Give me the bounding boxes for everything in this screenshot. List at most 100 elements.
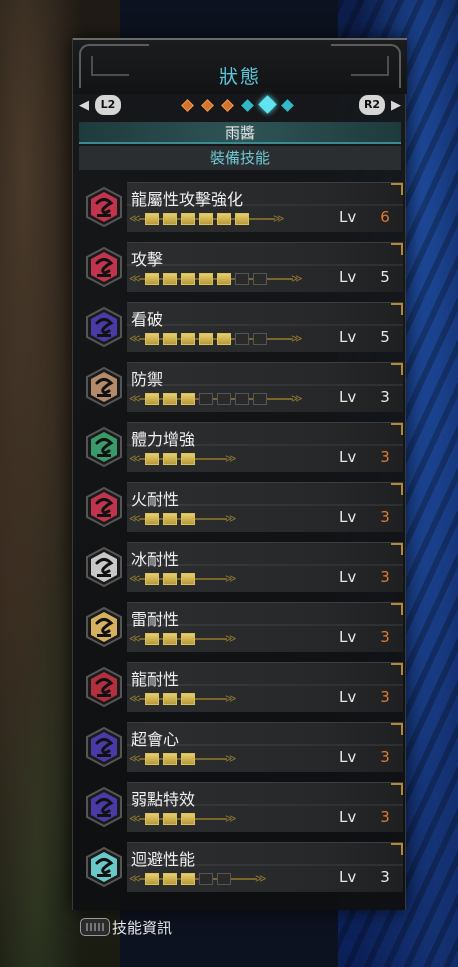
- status-panel: 狀態 ◀ L2 R2 ▶ 雨醬 裝備技能 龍屬性攻擊強化 ≪ ≫ Lv 6 攻擊 ≪ ≫ Lv 5…: [72, 38, 407, 910]
- level-value: 3: [380, 748, 390, 766]
- level-pip-filled: [181, 813, 195, 825]
- skill-row-divider: [127, 264, 403, 266]
- level-pip-filled: [145, 273, 159, 285]
- skill-row[interactable]: 龍屬性攻擊強化 ≪ ≫ Lv 6: [77, 178, 403, 238]
- gauge-right-cap-icon: ≫: [225, 692, 237, 705]
- skill-row[interactable]: 看破 ≪ ≫ Lv 5: [77, 298, 403, 358]
- skill-name: 雷耐性: [131, 610, 180, 629]
- gauge-left-cap-icon: ≪: [129, 632, 141, 645]
- page-dot[interactable]: [241, 99, 254, 112]
- gauge-pips: [145, 813, 199, 825]
- skill-jewel-icon: [83, 486, 125, 528]
- level-label: Lv: [339, 508, 357, 526]
- level-label: Lv: [339, 268, 357, 286]
- level-pip-filled: [181, 453, 195, 465]
- skill-row[interactable]: 防禦 ≪ ≫ Lv 3: [77, 358, 403, 418]
- level-pip-filled: [163, 873, 177, 885]
- level-value: 5: [380, 328, 390, 346]
- gauge-right-cap-icon: ≫: [225, 452, 237, 465]
- page-dot[interactable]: [181, 99, 194, 112]
- gauge-left-cap-icon: ≪: [129, 452, 141, 465]
- skill-row[interactable]: 龍耐性 ≪ ≫ Lv 3: [77, 658, 403, 718]
- skill-name: 龍耐性: [131, 670, 180, 689]
- skill-row-divider: [127, 384, 403, 386]
- gauge-left-cap-icon: ≪: [129, 872, 141, 885]
- arrow-left-icon[interactable]: ◀: [79, 98, 89, 113]
- level-pip-filled: [181, 873, 195, 885]
- r2-button[interactable]: R2: [359, 95, 385, 115]
- skill-name: 攻擊: [131, 250, 164, 269]
- skill-row[interactable]: 迴避性能 ≪ ≫ Lv 3: [77, 838, 403, 898]
- level-value: 6: [380, 208, 390, 226]
- gauge-pips: [145, 873, 235, 885]
- skill-row[interactable]: 體力增強 ≪ ≫ Lv 3: [77, 418, 403, 478]
- page-dot[interactable]: [201, 99, 214, 112]
- skill-row[interactable]: 攻擊 ≪ ≫ Lv 5: [77, 238, 403, 298]
- level-pip-filled: [163, 513, 177, 525]
- level-pip-filled: [163, 273, 177, 285]
- level-label: Lv: [339, 328, 357, 346]
- skill-row[interactable]: 火耐性 ≪ ≫ Lv 3: [77, 478, 403, 538]
- skill-list: 龍屬性攻擊強化 ≪ ≫ Lv 6 攻擊 ≪ ≫ Lv 5 看破 ≪ ≫ Lv 5 防禦 ≪ ≫ Lv 3 體力增強 ≪ ≫ L…: [77, 178, 403, 898]
- gauge-left-cap-icon: ≪: [129, 692, 141, 705]
- tab-navigation: ◀ L2 R2 ▶: [73, 94, 407, 118]
- level-pip-filled: [181, 333, 195, 345]
- l2-button[interactable]: L2: [95, 95, 121, 115]
- gauge-pips: [145, 273, 271, 285]
- gauge-pips: [145, 213, 253, 225]
- level-pip-filled: [163, 573, 177, 585]
- gauge-right-cap-icon: ≫: [273, 212, 285, 225]
- gauge-left-cap-icon: ≪: [129, 272, 141, 285]
- level-value: 5: [380, 268, 390, 286]
- gauge-left-cap-icon: ≪: [129, 212, 141, 225]
- arrow-right-icon[interactable]: ▶: [391, 98, 401, 113]
- skill-level-gauge: ≪ ≫: [129, 751, 237, 767]
- level-pip-filled: [145, 813, 159, 825]
- skill-row[interactable]: 雷耐性 ≪ ≫ Lv 3: [77, 598, 403, 658]
- gauge-left-cap-icon: ≪: [129, 512, 141, 525]
- level-value: 3: [380, 868, 390, 886]
- skill-level-gauge: ≪ ≫: [129, 691, 237, 707]
- gauge-right-cap-icon: ≫: [225, 812, 237, 825]
- skill-row-divider: [127, 324, 403, 326]
- skill-jewel-icon: [83, 546, 125, 588]
- level-pip-filled: [235, 213, 249, 225]
- skill-name: 弱點特效: [131, 790, 196, 809]
- level-pip-filled: [199, 333, 213, 345]
- skill-row[interactable]: 冰耐性 ≪ ≫ Lv 3: [77, 538, 403, 598]
- gauge-right-cap-icon: ≫: [291, 272, 303, 285]
- level-pip-filled: [145, 753, 159, 765]
- gauge-left-cap-icon: ≪: [129, 332, 141, 345]
- page-dot-active[interactable]: [258, 95, 277, 114]
- skill-jewel-icon: [83, 246, 125, 288]
- level-pip-empty: [253, 393, 267, 405]
- level-label: Lv: [339, 388, 357, 406]
- page-dot[interactable]: [221, 99, 234, 112]
- skill-level-gauge: ≪ ≫: [129, 871, 267, 887]
- skill-level-gauge: ≪ ≫: [129, 271, 303, 287]
- gauge-pips: [145, 633, 199, 645]
- touchpad-button-icon[interactable]: [80, 918, 110, 936]
- skill-row[interactable]: 弱點特效 ≪ ≫ Lv 3: [77, 778, 403, 838]
- gauge-left-cap-icon: ≪: [129, 752, 141, 765]
- level-pip-filled: [163, 333, 177, 345]
- level-label: Lv: [339, 568, 357, 586]
- level-label: Lv: [339, 208, 357, 226]
- skill-jewel-icon: [83, 426, 125, 468]
- level-value: 3: [380, 808, 390, 826]
- page-dot[interactable]: [281, 99, 294, 112]
- skill-level-gauge: ≪ ≫: [129, 511, 237, 527]
- level-pip-filled: [217, 213, 231, 225]
- level-pip-filled: [145, 213, 159, 225]
- skill-row[interactable]: 超會心 ≪ ≫ Lv 3: [77, 718, 403, 778]
- gauge-left-cap-icon: ≪: [129, 392, 141, 405]
- gauge-right-cap-icon: ≫: [255, 872, 267, 885]
- level-value: 3: [380, 568, 390, 586]
- skill-name: 超會心: [131, 730, 180, 749]
- level-pip-filled: [145, 873, 159, 885]
- gauge-right-cap-icon: ≫: [225, 632, 237, 645]
- skill-level-gauge: ≪ ≫: [129, 211, 285, 227]
- gauge-pips: [145, 573, 199, 585]
- skill-name: 看破: [131, 310, 164, 329]
- level-pip-filled: [145, 513, 159, 525]
